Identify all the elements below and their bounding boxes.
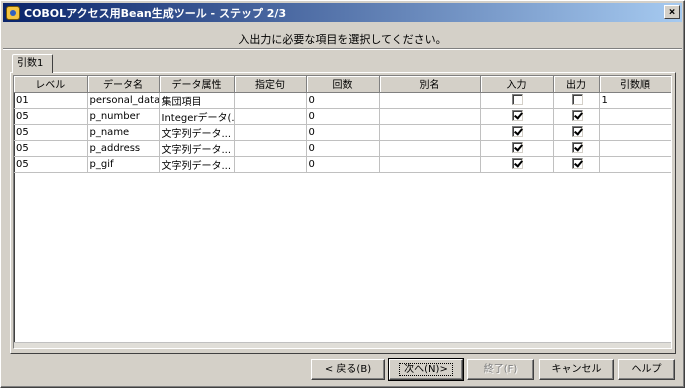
output-checkbox[interactable] [571,94,583,106]
input-checkbox[interactable] [512,158,523,170]
input-checkbox[interactable] [512,126,523,138]
cell-data-name[interactable]: p_name [87,124,160,141]
cell-clause[interactable] [234,92,307,109]
cell-alias[interactable] [379,124,481,141]
cell-count[interactable]: 0 [306,92,380,109]
column-header-arg-order[interactable]: 引数順 [599,76,671,93]
cell-alias[interactable] [379,108,481,125]
cell-count[interactable]: 0 [306,156,380,173]
cell-alias[interactable] [379,92,481,109]
cell-clause[interactable] [234,108,307,125]
input-checkbox[interactable] [512,110,523,122]
table-row[interactable]: 05 p_number Integerデータ(... 0 [14,108,671,125]
column-header-output[interactable]: 出力 [553,76,600,93]
cell-output [553,140,600,157]
cell-arg-order[interactable] [599,108,671,125]
cell-count[interactable]: 0 [306,140,380,157]
grid-header-row: レベル データ名 データ属性 指定句 回数 別名 入力 出力 引数順 [14,76,671,93]
cell-data-name[interactable]: p_address [87,140,160,157]
cell-clause[interactable] [234,124,307,141]
back-button[interactable]: < 戻る(B) [311,359,385,380]
column-header-clause[interactable]: 指定句 [234,76,307,93]
cell-input [480,124,554,141]
table-row[interactable]: 05 p_gif 文字列データ... 0 [14,156,671,173]
input-checkbox[interactable] [512,94,523,106]
column-header-data-attribute[interactable]: データ属性 [159,76,235,93]
instruction-text: 入出力に必要な項目を選択してください。 [238,33,447,46]
help-button[interactable]: ヘルプ [618,359,675,380]
cell-data-name[interactable]: p_number [87,108,160,125]
cell-input [480,108,554,125]
cell-output [553,108,600,125]
finish-button[interactable]: 終了(F) [467,359,534,380]
column-header-level[interactable]: レベル [14,76,88,93]
cell-level[interactable]: 05 [14,156,88,173]
cell-level[interactable]: 05 [14,124,88,141]
cell-data-attribute[interactable]: 文字列データ... [159,156,235,173]
cell-data-name[interactable]: personal_data [87,92,160,109]
cell-arg-order[interactable]: 1 [599,92,671,109]
cell-alias[interactable] [379,140,481,157]
table-row[interactable]: 01 personal_data 集団項目 0 1 [14,92,671,109]
app-icon [6,5,20,20]
output-checkbox[interactable] [571,110,583,122]
cell-data-attribute[interactable]: 文字列データ... [159,140,235,157]
cell-arg-order[interactable] [599,140,671,157]
cell-output [553,92,600,109]
output-checkbox[interactable] [571,142,583,154]
cell-input [480,156,554,173]
column-header-data-name[interactable]: データ名 [87,76,160,93]
next-button[interactable]: 次へ(N)> [388,358,464,381]
horizontal-scrollbar[interactable] [14,342,671,348]
input-checkbox[interactable] [512,142,523,154]
item-grid: レベル データ名 データ属性 指定句 回数 別名 入力 出力 引数順 01 per… [13,75,672,349]
cell-output [553,124,600,141]
title-bar: COBOLアクセス用Bean生成ツール - ステップ 2/3 × [3,3,682,22]
table-row[interactable]: 05 p_address 文字列データ... 0 [14,140,671,157]
cell-arg-order[interactable] [599,124,671,141]
cancel-button[interactable]: キャンセル [539,359,614,380]
cell-level[interactable]: 05 [14,140,88,157]
column-header-input[interactable]: 入力 [480,76,554,93]
output-checkbox[interactable] [571,158,583,170]
cell-clause[interactable] [234,140,307,157]
cell-input [480,140,554,157]
next-button-label: 次へ(N)> [399,363,453,376]
cell-count[interactable]: 0 [306,124,380,141]
column-header-count[interactable]: 回数 [306,76,380,93]
cell-output [553,156,600,173]
cell-data-attribute[interactable]: Integerデータ(... [159,108,235,125]
tab-argument-1[interactable]: 引数1 [12,54,53,73]
cell-input [480,92,554,109]
close-button[interactable]: × [664,5,680,19]
cell-count[interactable]: 0 [306,108,380,125]
cell-data-attribute[interactable]: 集団項目 [159,92,235,109]
table-row[interactable]: 05 p_name 文字列データ... 0 [14,124,671,141]
dialog-window: COBOLアクセス用Bean生成ツール - ステップ 2/3 × 入出力に必要な… [0,0,685,388]
cell-arg-order[interactable] [599,156,671,173]
column-header-alias[interactable]: 別名 [379,76,481,93]
output-checkbox[interactable] [571,126,583,138]
cell-alias[interactable] [379,156,481,173]
cell-level[interactable]: 01 [14,92,88,109]
cell-clause[interactable] [234,156,307,173]
cell-data-name[interactable]: p_gif [87,156,160,173]
cell-level[interactable]: 05 [14,108,88,125]
window-title: COBOLアクセス用Bean生成ツール - ステップ 2/3 [24,6,287,20]
cell-data-attribute[interactable]: 文字列データ... [159,124,235,141]
divider [3,48,682,50]
